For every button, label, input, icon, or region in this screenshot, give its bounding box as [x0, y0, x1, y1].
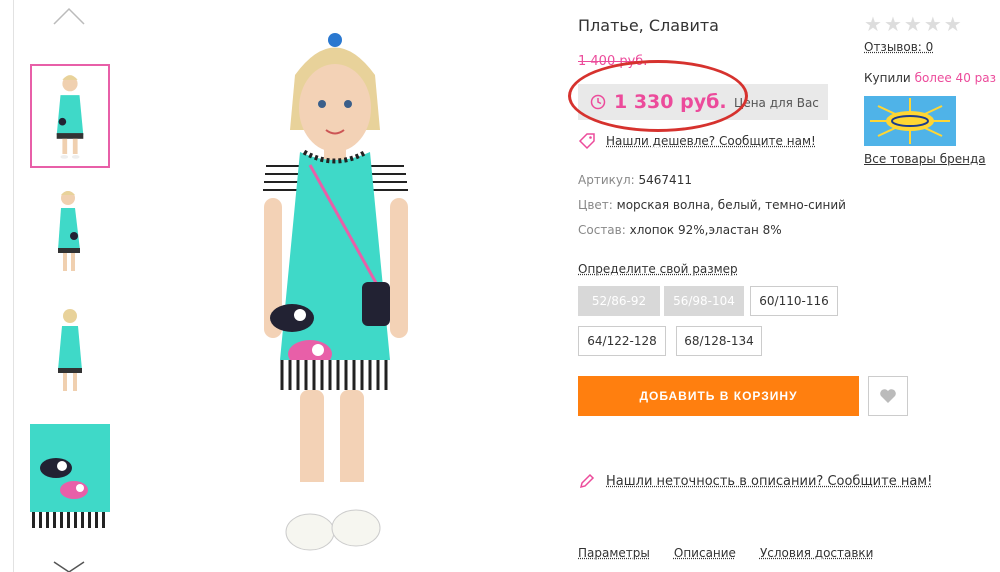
chevron-down-icon[interactable]: [52, 560, 86, 572]
size-option[interactable]: 56/98-104: [664, 286, 744, 316]
size-option[interactable]: 64/122-128: [578, 326, 666, 356]
rating-stars[interactable]: ★ ★ ★ ★ ★: [864, 14, 962, 34]
attr-color: Цвет: морская волна, белый, темно-синий: [578, 198, 846, 212]
thumbnail-detail[interactable]: [30, 424, 110, 528]
attr-sku: Артикул: 5467411: [578, 173, 692, 187]
brand-logo[interactable]: [864, 96, 956, 146]
star-icon[interactable]: ★: [864, 14, 882, 34]
found-cheaper-link[interactable]: Нашли дешевле? Сообщите нам!: [606, 134, 816, 148]
bought-prefix: Купили: [864, 71, 911, 85]
product-tabs: Параметры Описание Условия доставки: [578, 546, 873, 560]
price-note: Цена для Вас: [734, 96, 819, 110]
bought-value: более 40 раз: [915, 71, 996, 85]
found-cheaper: Нашли дешевле? Сообщите нам!: [578, 132, 816, 150]
size-option[interactable]: 52/86-92: [578, 286, 660, 316]
old-price: 1 400 руб.: [578, 54, 647, 69]
product-title: Платье, Славита: [578, 16, 719, 35]
attr-color-label: Цвет:: [578, 198, 613, 212]
star-icon[interactable]: ★: [924, 14, 942, 34]
size-option[interactable]: 68/128-134: [676, 326, 762, 356]
reviews-link[interactable]: Отзывов: 0: [864, 40, 933, 54]
attr-sku-label: Артикул:: [578, 173, 635, 187]
all-brand-products-link[interactable]: Все товары бренда: [864, 152, 986, 166]
thumbnail-gallery: [28, 0, 110, 572]
add-to-cart-button[interactable]: ДОБАВИТЬ В КОРЗИНУ: [578, 376, 859, 416]
thumbnail-side[interactable]: [30, 184, 110, 288]
size-guide-link[interactable]: Определите свой размер: [578, 262, 738, 276]
size-option[interactable]: 60/110-116: [750, 286, 838, 316]
attr-composition: Состав: хлопок 92%,эластан 8%: [578, 223, 782, 237]
left-border: [0, 0, 14, 572]
attr-color-value: морская волна, белый, темно-синий: [617, 198, 846, 212]
tab-parameters[interactable]: Параметры: [578, 546, 650, 560]
clock-icon: [590, 94, 606, 110]
star-icon[interactable]: ★: [904, 14, 922, 34]
attr-composition-label: Состав:: [578, 223, 626, 237]
tab-description[interactable]: Описание: [674, 546, 736, 560]
price-box: 1 330 руб. Цена для Вас: [578, 84, 828, 120]
product-sidebar: ★ ★ ★ ★ ★ Отзывов: 0 Купили более 40 раз…: [864, 0, 1000, 572]
star-icon[interactable]: ★: [884, 14, 902, 34]
tag-icon: [578, 132, 596, 150]
current-price: 1 330 руб.: [614, 91, 727, 113]
pencil-icon: [578, 472, 596, 490]
thumbnail-front[interactable]: [30, 64, 110, 168]
star-icon[interactable]: ★: [944, 14, 962, 34]
tab-delivery[interactable]: Условия доставки: [760, 546, 874, 560]
product-info: Платье, Славита 1 400 руб. 1 330 руб. Це…: [578, 0, 858, 572]
chevron-up-icon[interactable]: [52, 6, 86, 40]
bought-count: Купили более 40 раз: [864, 71, 996, 85]
product-main-image: [240, 20, 430, 565]
thumbnail-back[interactable]: [30, 302, 110, 406]
attr-composition-value: хлопок 92%,эластан 8%: [630, 223, 782, 237]
attr-sku-value: 5467411: [639, 173, 692, 187]
